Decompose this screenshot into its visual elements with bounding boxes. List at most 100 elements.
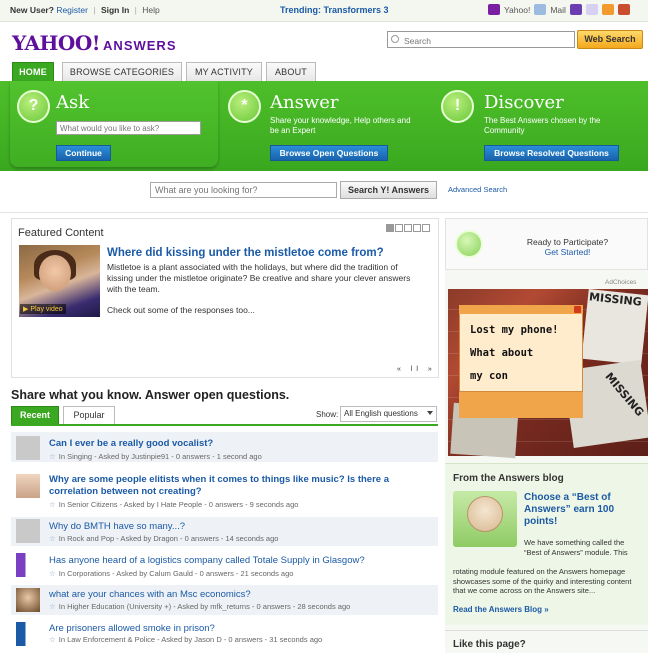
yahoo-answers-logo[interactable]: YAHOO! ANSWERS	[12, 31, 177, 55]
web-search-button[interactable]: Web Search	[577, 30, 643, 49]
smiley-icon	[455, 230, 483, 258]
ask-title: Ask	[56, 92, 90, 113]
games-icon[interactable]	[601, 4, 614, 15]
register-link[interactable]: Register	[56, 5, 88, 15]
discover-title: Discover	[484, 92, 564, 113]
tab-recent[interactable]: Recent	[11, 406, 59, 424]
chevron-down-icon	[427, 411, 433, 415]
tab-browse-categories[interactable]: BROWSE CATEGORIES	[62, 62, 182, 81]
ask-question-input[interactable]	[56, 121, 201, 135]
pager-dot[interactable]	[422, 224, 430, 232]
featured-content-title: Featured Content	[18, 227, 104, 239]
discover-icon: !	[441, 90, 474, 123]
user-avatar[interactable]	[16, 553, 40, 577]
blog-headline-link[interactable]: Choose a “Best of Answers” earn 100 poin…	[524, 492, 634, 528]
question-meta: ☆ In Corporations - Asked by Calum Gauld …	[49, 569, 293, 578]
discover-subtitle: The Best Answers chosen by the Community	[484, 116, 601, 136]
ad-text-line: What about	[470, 347, 534, 359]
thumbnail-figure-face	[39, 255, 71, 291]
participate-text: Ready to Participate?	[526, 237, 609, 247]
ad-text-line: my con	[470, 370, 508, 382]
get-started-link[interactable]: Get Started!	[500, 247, 635, 257]
star-icon[interactable]: ☆	[49, 602, 56, 611]
yahoo-link[interactable]: Yahoo!	[504, 5, 530, 15]
question-meta: ☆ In Rock and Pop - Asked by Dragon - 0 a…	[49, 534, 278, 543]
tab-my-activity[interactable]: MY ACTIVITY	[186, 62, 262, 81]
question-title[interactable]: Why do BMTH have so many...?	[49, 521, 185, 533]
discover-subtitle-line2: Community	[484, 126, 525, 135]
question-title[interactable]: what are your chances with an Msc econom…	[49, 589, 251, 601]
blog-body-text: rotating module featured on the Answers …	[453, 567, 632, 595]
featured-question-link[interactable]: Where did kissing under the mistletoe co…	[107, 247, 384, 259]
answers-search-input[interactable]	[150, 182, 337, 198]
user-avatar[interactable]	[16, 622, 40, 646]
star-icon[interactable]: ☆	[49, 635, 56, 644]
blog-body-text: We have something called the “Best of An…	[524, 538, 628, 557]
question-title[interactable]: Has anyone heard of a logistics company …	[49, 555, 365, 567]
question-title[interactable]: Are prisoners allowed smoke in prison?	[49, 623, 215, 635]
star-icon[interactable]: ☆	[49, 500, 56, 509]
like-page-title: Like this page?	[453, 639, 526, 650]
messenger-icon[interactable]	[569, 4, 582, 15]
ad-message-footer	[459, 392, 583, 418]
pager-dot[interactable]	[395, 224, 403, 232]
discover-subtitle-line1: The Best Answers chosen by the	[484, 116, 601, 125]
tab-popular[interactable]: Popular	[63, 406, 115, 424]
settings-icon[interactable]	[617, 4, 630, 15]
star-icon[interactable]: ☆	[49, 452, 56, 461]
trending-link[interactable]: Trending: Transformers 3	[280, 5, 389, 15]
search-answers-button[interactable]: Search Y! Answers	[340, 181, 437, 199]
sign-in-link[interactable]: Sign In	[101, 5, 129, 15]
advanced-search-link[interactable]: Advanced Search	[448, 185, 507, 194]
star-icon[interactable]: ☆	[49, 534, 56, 543]
default-avatar-icon[interactable]	[16, 436, 40, 460]
answer-subtitle-line2: be an Expert	[270, 126, 316, 135]
web-search-input[interactable]	[387, 31, 575, 48]
pager-dot[interactable]	[386, 224, 394, 232]
question-title[interactable]: Can I ever be a really good vocalist?	[49, 438, 213, 450]
question-meta: ☆ In Senior Citizens - Asked by I Hate Pe…	[49, 500, 298, 509]
star-icon[interactable]: ☆	[49, 569, 56, 578]
account-links: New User? Register | Sign In | Help	[10, 5, 160, 15]
pager-dot[interactable]	[413, 224, 421, 232]
browse-open-questions-button[interactable]: Browse Open Questions	[270, 145, 388, 161]
user-avatar[interactable]	[16, 588, 40, 612]
ad-message-titlebar	[459, 305, 583, 314]
browse-resolved-questions-button[interactable]: Browse Resolved Questions	[484, 145, 619, 161]
divider: |	[134, 5, 137, 15]
play-video-text: Play video	[30, 306, 63, 313]
featured-description-line: with the team.	[107, 284, 160, 294]
question-title-line: Why are some people elitists when it com…	[49, 474, 389, 485]
featured-description-line: kissing under the mistletoe originate? B…	[107, 273, 411, 283]
question-title[interactable]: Why are some people elitists when it com…	[49, 474, 389, 498]
pager-dot[interactable]	[404, 224, 412, 232]
search-icon	[391, 35, 399, 43]
help-link[interactable]: Help	[142, 5, 159, 15]
featured-description-line: Mistletoe is a plant associated with the…	[107, 262, 398, 272]
answer-subtitle-line1: Share your knowledge, Help others and	[270, 116, 411, 125]
yahoo-network-links: Yahoo! Mail	[488, 4, 630, 15]
divider	[0, 212, 648, 213]
share-section-title: Share what you know. Answer open questio…	[11, 388, 290, 402]
read-blog-link[interactable]: Read the Answers Blog »	[453, 605, 549, 614]
adchoices-label[interactable]: AdChoices	[605, 279, 636, 286]
window-icon[interactable]	[585, 4, 598, 15]
close-icon[interactable]	[574, 306, 581, 313]
language-filter-select[interactable]: All English questions	[340, 406, 437, 422]
continue-button[interactable]: Continue	[56, 145, 111, 161]
question-meta: ☆ In Law Enforcement & Police - Asked by …	[49, 635, 322, 644]
tab-home[interactable]: HOME	[12, 62, 54, 81]
user-avatar[interactable]	[16, 474, 40, 498]
tab-about[interactable]: ABOUT	[266, 62, 316, 81]
carousel-controls[interactable]: « ll »	[397, 366, 436, 373]
featured-description: Mistletoe is a plant associated with the…	[107, 262, 427, 295]
show-filter-label: Show:	[316, 410, 339, 419]
question-meta-text: In Law Enforcement & Police - Asked by J…	[58, 635, 323, 644]
mail-link[interactable]: Mail	[550, 5, 566, 15]
logo-product: ANSWERS	[103, 38, 177, 53]
featured-pager	[386, 224, 430, 232]
featured-more-text: Check out some of the responses too...	[107, 305, 255, 315]
play-video-label[interactable]: ▶ Play video	[20, 304, 66, 314]
default-avatar-icon[interactable]	[16, 519, 40, 543]
answer-title: Answer	[270, 92, 339, 113]
